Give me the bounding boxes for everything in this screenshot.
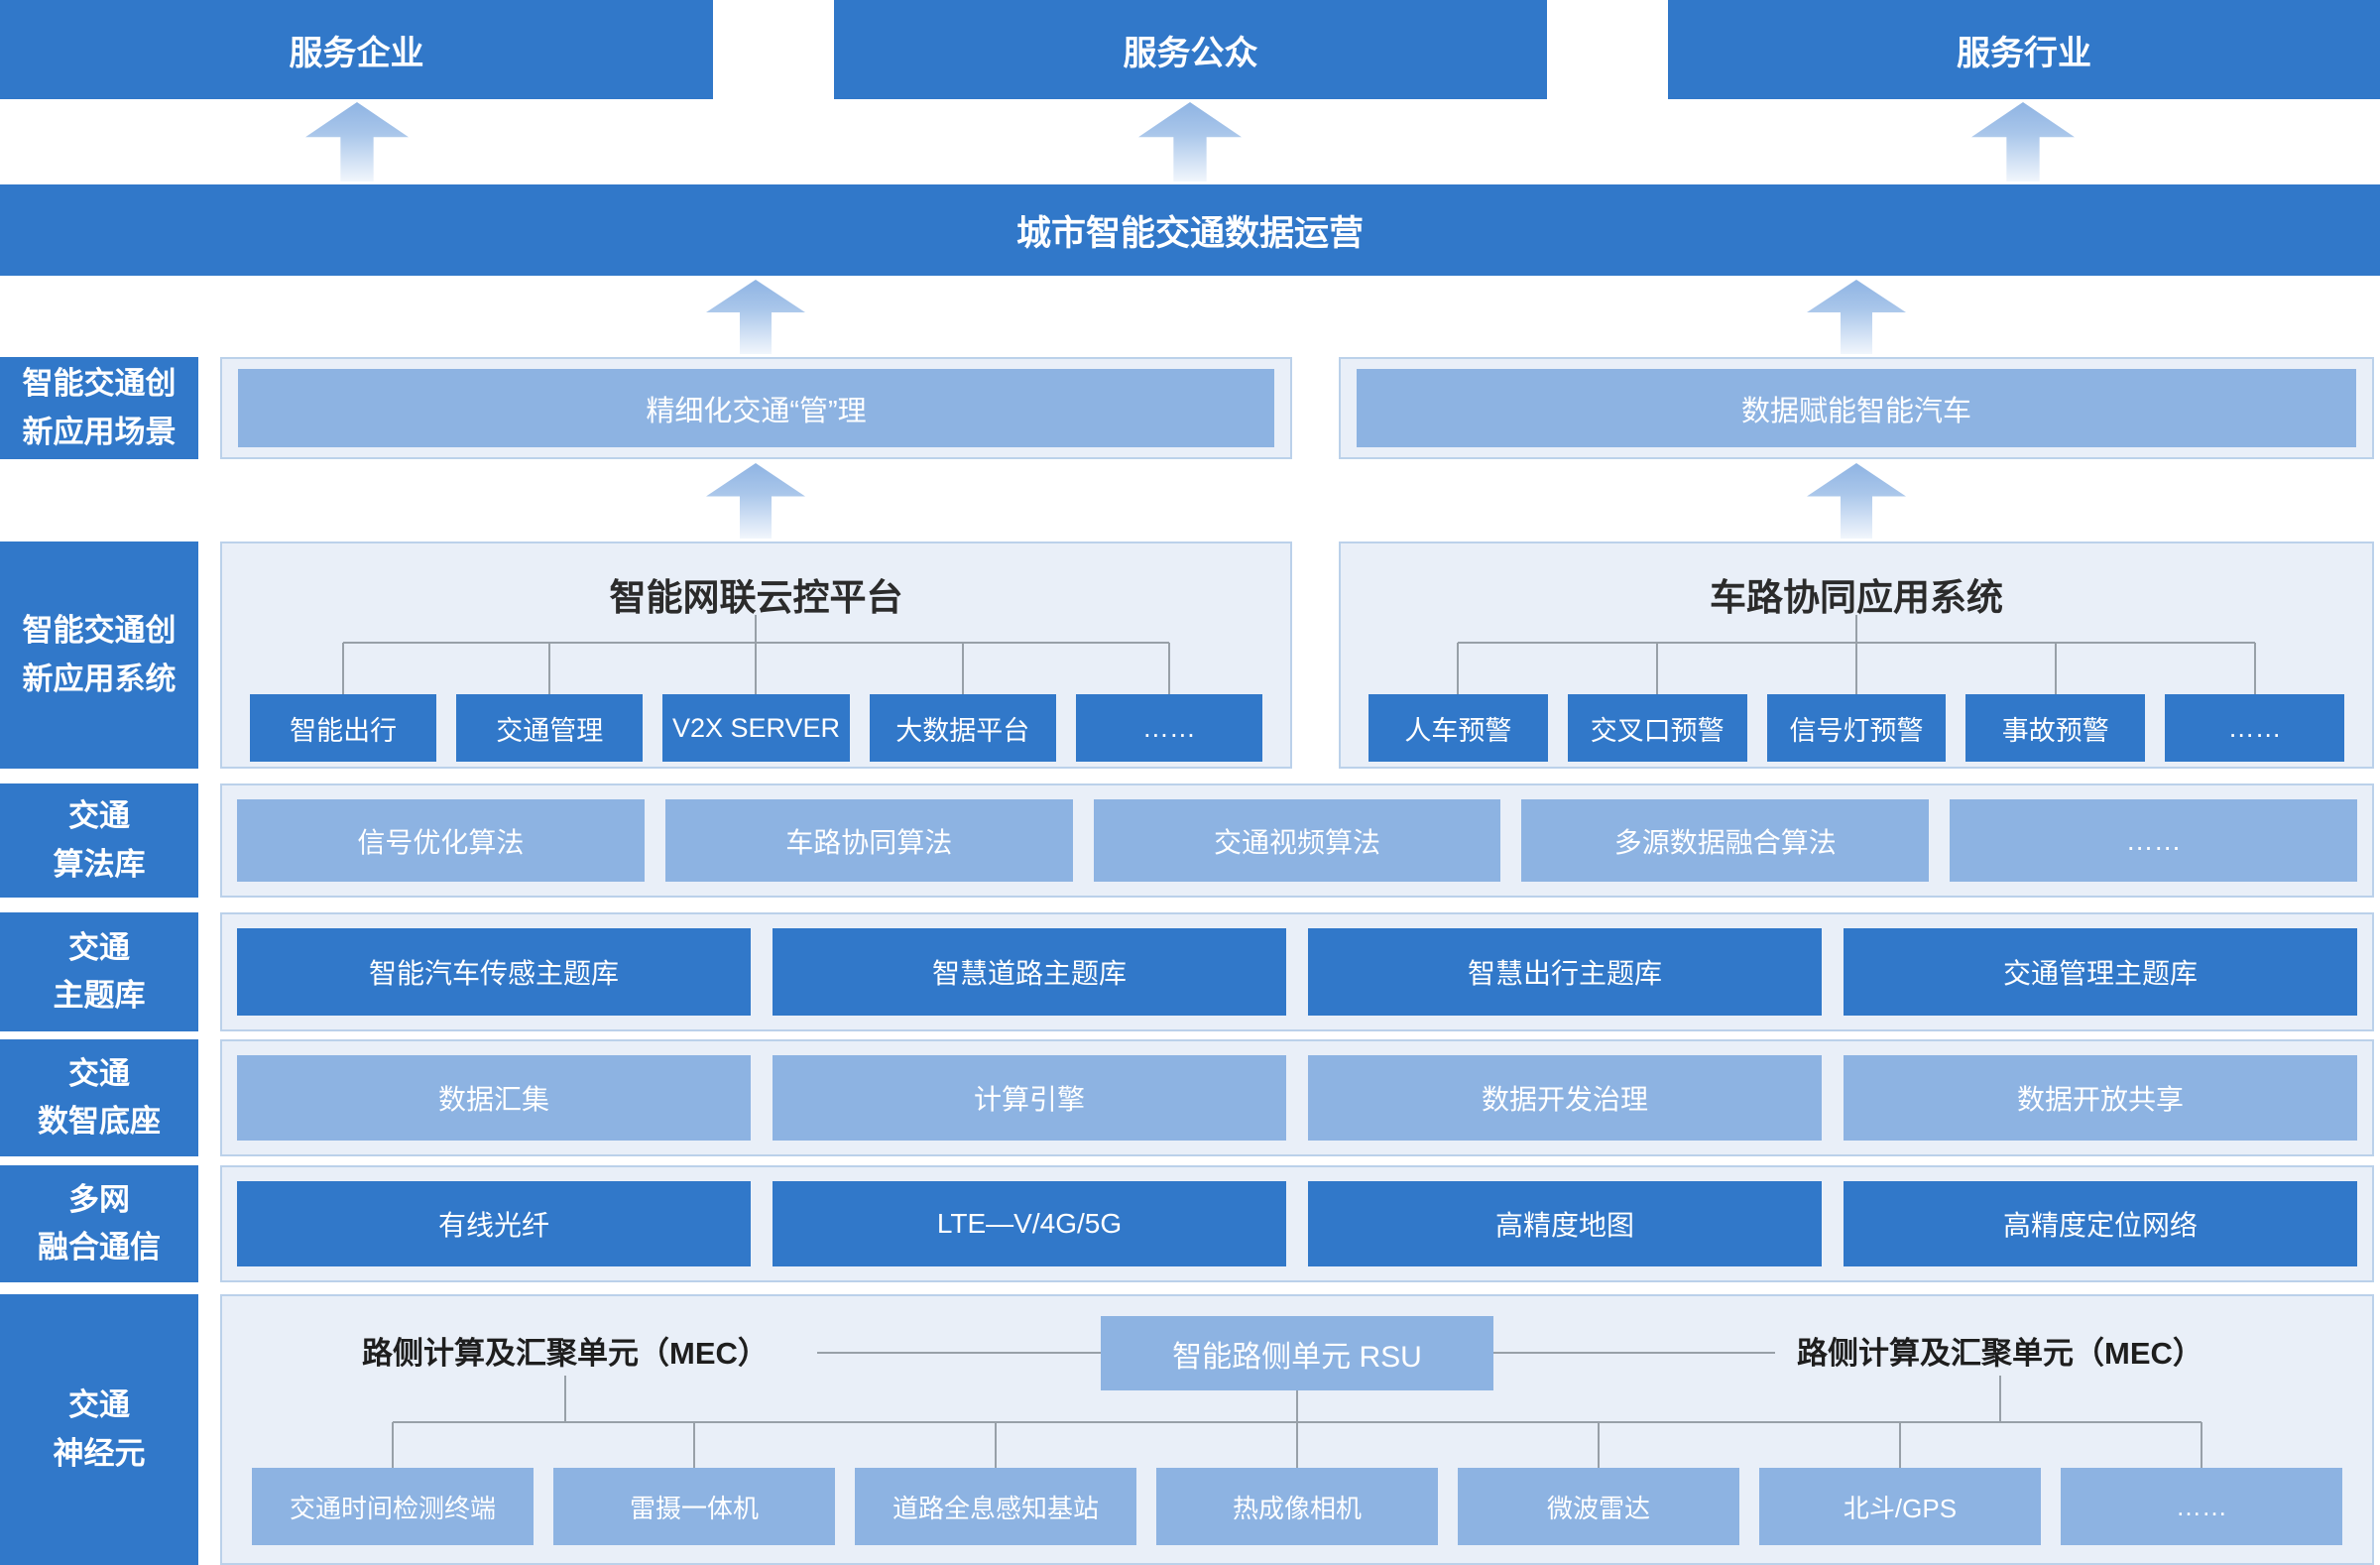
up-arrow-icon xyxy=(1807,463,1906,539)
system-panel-title: 智能网联云控平台 xyxy=(222,567,1290,621)
algorithm-item: 信号优化算法 xyxy=(237,799,645,882)
neuron-child: 微波雷达 xyxy=(1458,1468,1739,1545)
neuron-child: 交通时间检测终端 xyxy=(252,1468,534,1545)
foundation-item: 计算引擎 xyxy=(773,1055,1286,1141)
up-arrow-icon xyxy=(706,280,805,354)
scene-bar: 数据赋能智能汽车 xyxy=(1357,369,2356,447)
sidebar-line: 交通 xyxy=(68,792,130,840)
architecture-diagram: 服务企业 服务公众 服务行业 城市智能交通数据运营 智能交通创 新应用场景 精细… xyxy=(0,0,2380,1565)
neuron-child: 道路全息感知基站 xyxy=(855,1468,1136,1545)
system-panel-v2x: 车路协同应用系统 人车预警 交叉口预警 信号灯预警 事故预警 …… xyxy=(1339,542,2374,769)
sidebar-line: 多网 xyxy=(68,1176,130,1224)
scene-panel-left: 精细化交通“管”理 xyxy=(220,357,1292,459)
system-panel-title: 车路协同应用系统 xyxy=(1341,567,2372,621)
system-child: 事故预警 xyxy=(1965,694,2145,762)
system-child: 交叉口预警 xyxy=(1568,694,1747,762)
sidebar-line: 融合通信 xyxy=(38,1224,161,1271)
sidebar-line: 神经元 xyxy=(54,1430,146,1478)
up-arrow-icon xyxy=(1971,102,2075,181)
system-children: 智能出行 交通管理 V2X SERVER 大数据平台 …… xyxy=(250,694,1262,762)
network-items: 有线光纤 LTE—V/4G/5G 高精度地图 高精度定位网络 xyxy=(222,1167,2372,1280)
network-panel: 有线光纤 LTE—V/4G/5G 高精度地图 高精度定位网络 xyxy=(220,1165,2374,1282)
neuron-children: 交通时间检测终端 雷摄一体机 道路全息感知基站 热成像相机 微波雷达 北斗/GP… xyxy=(252,1468,2342,1545)
sidebar-line: 智能交通创 xyxy=(23,607,177,655)
up-arrow-icon xyxy=(706,463,805,539)
sidebar-line: 算法库 xyxy=(54,841,146,889)
up-arrow-icon xyxy=(1807,280,1906,354)
rsu-box: 智能路侧单元 RSU xyxy=(1101,1316,1493,1390)
foundation-item: 数据开放共享 xyxy=(1844,1055,2357,1141)
theme-item: 智能汽车传感主题库 xyxy=(237,928,751,1016)
service-box-label: 服务企业 xyxy=(290,26,424,74)
sidebar-line: 交通 xyxy=(68,1382,130,1429)
up-arrow-icon xyxy=(305,102,409,181)
sidebar-label-foundation: 交通 数智底座 xyxy=(0,1039,198,1156)
theme-item: 交通管理主题库 xyxy=(1844,928,2357,1016)
service-box-public: 服务公众 xyxy=(834,0,1547,99)
system-child: 人车预警 xyxy=(1368,694,1548,762)
sidebar-line: 智能交通创 xyxy=(23,360,177,408)
sidebar-line: 交通 xyxy=(68,1050,130,1098)
themes-panel: 智能汽车传感主题库 智慧道路主题库 智慧出行主题库 交通管理主题库 xyxy=(220,912,2374,1031)
network-item: LTE—V/4G/5G xyxy=(773,1181,1286,1266)
system-child: 交通管理 xyxy=(456,694,643,762)
mec-left-label: 路侧计算及汇聚单元（MEC） xyxy=(268,1332,863,1376)
algorithm-item: 交通视频算法 xyxy=(1094,799,1501,882)
foundation-items: 数据汇集 计算引擎 数据开发治理 数据开放共享 xyxy=(222,1041,2372,1154)
neurons-panel: 路侧计算及汇聚单元（MEC） 智能路侧单元 RSU 路侧计算及汇聚单元（MEC）… xyxy=(220,1294,2374,1565)
algorithms-items: 信号优化算法 车路协同算法 交通视频算法 多源数据融合算法 …… xyxy=(222,785,2372,896)
sidebar-label-themes: 交通 主题库 xyxy=(0,912,198,1031)
system-child: …… xyxy=(1076,694,1262,762)
service-box-industry: 服务行业 xyxy=(1668,0,2380,99)
up-arrow-icon xyxy=(1138,102,1242,181)
system-child: 大数据平台 xyxy=(870,694,1056,762)
operations-bar: 城市智能交通数据运营 xyxy=(0,184,2380,276)
service-box-enterprise: 服务企业 xyxy=(0,0,713,99)
network-item: 高精度定位网络 xyxy=(1844,1181,2357,1266)
network-item: 高精度地图 xyxy=(1308,1181,1822,1266)
operations-bar-label: 城市智能交通数据运营 xyxy=(1016,205,1364,256)
sidebar-label-systems: 智能交通创 新应用系统 xyxy=(0,542,198,769)
foundation-panel: 数据汇集 计算引擎 数据开发治理 数据开放共享 xyxy=(220,1039,2374,1156)
algorithm-item: 车路协同算法 xyxy=(665,799,1073,882)
foundation-item: 数据汇集 xyxy=(237,1055,751,1141)
sidebar-label-neurons: 交通 神经元 xyxy=(0,1294,198,1565)
system-panel-cloud-control: 智能网联云控平台 智能出行 交通管理 V2X SERVER 大数据平台 …… xyxy=(220,542,1292,769)
neuron-child: 热成像相机 xyxy=(1156,1468,1438,1545)
service-box-label: 服务公众 xyxy=(1124,26,1258,74)
sidebar-label-scenes: 智能交通创 新应用场景 xyxy=(0,357,198,459)
algorithm-item: …… xyxy=(1950,799,2357,882)
sidebar-line: 新应用系统 xyxy=(23,656,177,703)
system-child: 信号灯预警 xyxy=(1767,694,1947,762)
network-item: 有线光纤 xyxy=(237,1181,751,1266)
scene-bar-label: 精细化交通“管”理 xyxy=(646,388,866,429)
algorithm-item: 多源数据融合算法 xyxy=(1521,799,1929,882)
neuron-child: 雷摄一体机 xyxy=(553,1468,835,1545)
system-children: 人车预警 交叉口预警 信号灯预警 事故预警 …… xyxy=(1368,694,2344,762)
service-box-label: 服务行业 xyxy=(1957,26,2091,74)
scene-bar-label: 数据赋能智能汽车 xyxy=(1741,388,1971,429)
scene-panel-right: 数据赋能智能汽车 xyxy=(1339,357,2374,459)
sidebar-label-algorithms: 交通 算法库 xyxy=(0,783,198,898)
foundation-item: 数据开发治理 xyxy=(1308,1055,1822,1141)
sidebar-label-network: 多网 融合通信 xyxy=(0,1165,198,1282)
system-child: …… xyxy=(2165,694,2344,762)
rsu-label: 智能路侧单元 RSU xyxy=(1172,1332,1422,1376)
sidebar-line: 主题库 xyxy=(54,972,146,1020)
sidebar-line: 新应用场景 xyxy=(23,409,177,456)
themes-items: 智能汽车传感主题库 智慧道路主题库 智慧出行主题库 交通管理主题库 xyxy=(222,914,2372,1029)
theme-item: 智慧道路主题库 xyxy=(773,928,1286,1016)
algorithms-panel: 信号优化算法 车路协同算法 交通视频算法 多源数据融合算法 …… xyxy=(220,783,2374,898)
sidebar-line: 交通 xyxy=(68,924,130,972)
system-child: V2X SERVER xyxy=(662,694,849,762)
neuron-child: 北斗/GPS xyxy=(1759,1468,2041,1545)
neuron-child: …… xyxy=(2061,1468,2342,1545)
system-child: 智能出行 xyxy=(250,694,436,762)
scene-bar: 精细化交通“管”理 xyxy=(238,369,1274,447)
sidebar-line: 数智底座 xyxy=(38,1098,161,1145)
mec-right-label: 路侧计算及汇聚单元（MEC） xyxy=(1703,1332,2298,1376)
theme-item: 智慧出行主题库 xyxy=(1308,928,1822,1016)
